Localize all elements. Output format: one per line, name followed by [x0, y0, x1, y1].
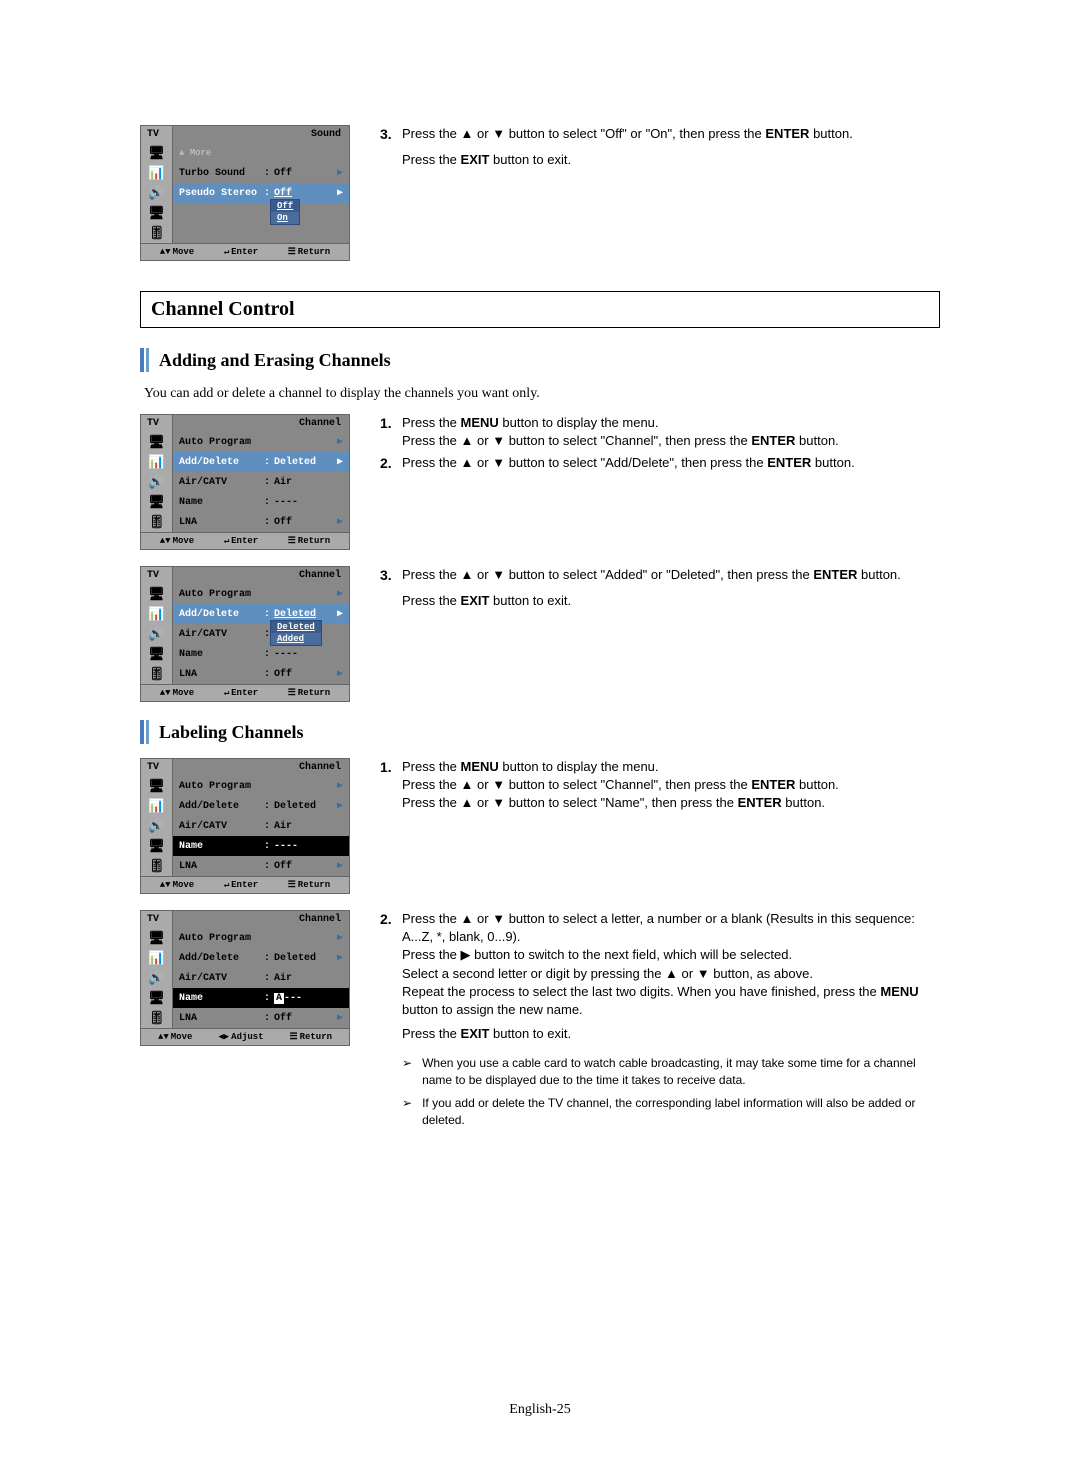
- name-edit-char[interactable]: A: [274, 993, 284, 1004]
- subsection-adding-erasing: Adding and Erasing Channels: [140, 348, 940, 372]
- add-delete-row2: TV Channel 🖥 📊 🔊 🖥 🎚 Auto Program ▶ Add/…: [140, 566, 940, 702]
- sound-menu: TV Sound 🖥 📊 🔊 🖥 🎚 ▲ More Turbo Sound :: [140, 125, 350, 261]
- add-delete-instructions-12: 1. Press the MENU button to display the …: [380, 414, 940, 478]
- sub1-intro: You can add or delete a channel to displ…: [144, 386, 940, 402]
- subsection-labeling: Labeling Channels: [140, 720, 940, 744]
- pseudo-stereo-dropdown[interactable]: Off On: [270, 199, 300, 225]
- up-icon: ▲: [179, 148, 184, 158]
- icon-pc: 🖥: [141, 203, 172, 223]
- icon-speaker: 🔊: [141, 183, 172, 203]
- label-row2: TV Channel 🖥 📊 🔊 🖥 🎚 Auto Program ▶ Add/…: [140, 910, 940, 1135]
- tri-icon: ➢: [402, 1095, 412, 1129]
- notes: ➢ When you use a cable card to watch cab…: [402, 1055, 940, 1128]
- add-delete-instructions-3: 3. Press the ▲ or ▼ button to select "Ad…: [380, 566, 940, 610]
- icon-bars: 📊: [141, 163, 172, 183]
- label-instructions-1: 1. Press the MENU button to display the …: [380, 758, 940, 817]
- section-channel-control: Channel Control: [140, 291, 940, 328]
- menu-row-name-selected[interactable]: Name : ----: [173, 836, 349, 856]
- menu-row-air-catv[interactable]: Air/CATV : Air: [173, 472, 349, 492]
- channel-menu-4: TV Channel 🖥 📊 🔊 🖥 🎚 Auto Program ▶ Add/…: [140, 910, 350, 1046]
- menu-row-turbo-sound[interactable]: Turbo Sound : Off ▶: [173, 163, 349, 183]
- menu-title: Sound: [173, 126, 349, 143]
- right-icon: ▶: [337, 167, 343, 179]
- label-row1: TV Channel 🖥 📊 🔊 🖥 🎚 Auto Program ▶ Add/…: [140, 758, 940, 894]
- menu-row-auto-program[interactable]: Auto Program ▶: [173, 432, 349, 452]
- menu-more[interactable]: ▲ More: [173, 143, 349, 163]
- menu-row-name[interactable]: Name : ----: [173, 492, 349, 512]
- label-instructions-2: 2. Press the ▲ or ▼ button to select a l…: [380, 910, 940, 1135]
- channel-menu-1: TV Channel 🖥 📊 🔊 🖥 🎚 Auto Program ▶ Add/…: [140, 414, 350, 550]
- icon-tv: 🖥: [141, 143, 172, 163]
- add-delete-dropdown[interactable]: Deleted Added: [270, 620, 322, 646]
- menu-row-add-delete[interactable]: Add/Delete : Deleted ▶: [173, 452, 349, 472]
- menu-footer: ▲▼Move ↵Enter ☰Return: [141, 243, 349, 260]
- menu-row-name-editing[interactable]: Name : A---: [173, 988, 349, 1008]
- channel-menu-3: TV Channel 🖥 📊 🔊 🖥 🎚 Auto Program ▶ Add/…: [140, 758, 350, 894]
- menu-row-lna[interactable]: LNA : Off ▶: [173, 512, 349, 532]
- sound-instructions: 3. Press the ▲ or ▼ button to select "Of…: [380, 125, 940, 169]
- menu-row-pseudo-stereo[interactable]: Pseudo Stereo : Off ▶ Off On: [173, 183, 349, 203]
- menu-sidebar-icons: 🖥 📊 🔊 🖥 🎚: [141, 143, 173, 243]
- channel-menu-2: TV Channel 🖥 📊 🔊 🖥 🎚 Auto Program ▶ Add/…: [140, 566, 350, 702]
- menu-tv-label: TV: [141, 126, 173, 143]
- add-delete-row1: TV Channel 🖥 📊 🔊 🖥 🎚 Auto Program ▶ Add/…: [140, 414, 940, 550]
- page-number: English-25: [0, 1402, 1080, 1418]
- icon-sliders: 🎚: [141, 223, 172, 243]
- sound-section: TV Sound 🖥 📊 🔊 🖥 🎚 ▲ More Turbo Sound :: [140, 125, 940, 261]
- right-icon: ▶: [337, 187, 343, 199]
- tri-icon: ➢: [402, 1055, 412, 1089]
